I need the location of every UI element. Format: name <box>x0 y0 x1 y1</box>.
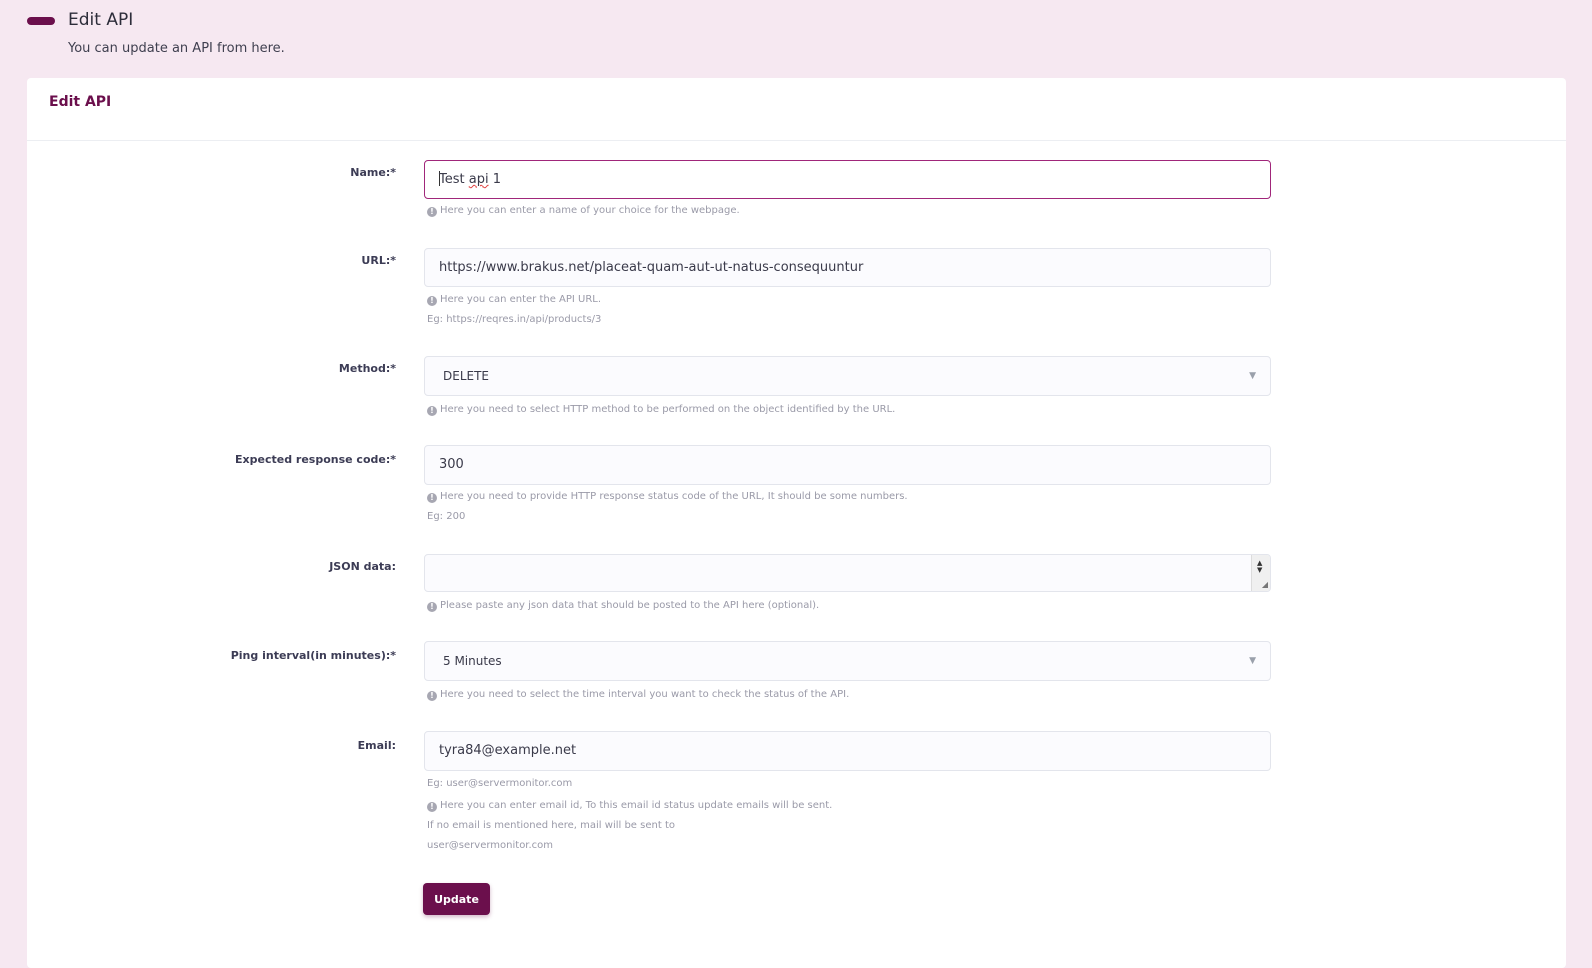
scroll-down-icon[interactable]: ▼ <box>1257 567 1262 574</box>
name-value-last: 1 <box>492 172 502 187</box>
response-code-input[interactable]: 300 <box>424 445 1271 485</box>
info-circle-icon: ! <box>427 602 437 612</box>
email-help: ! Here you can enter email id, To this em… <box>427 800 832 812</box>
chevron-down-icon: ▼ <box>1249 371 1256 381</box>
chevron-down-icon: ▼ <box>1249 656 1256 666</box>
email-input[interactable]: tyra84@example.net <box>424 731 1271 771</box>
url-label: URL:* <box>361 254 396 267</box>
response-code-help: ! Here you need to provide HTTP response … <box>427 491 908 503</box>
json-data-textarea[interactable]: ▲ ▼ ◢ <box>424 554 1271 592</box>
email-example: Eg: user@servermonitor.com <box>427 778 573 789</box>
method-help: ! Here you need to select HTTP method to … <box>427 404 895 416</box>
url-input[interactable]: https://www.brakus.net/placeat-quam-aut-… <box>424 248 1271 287</box>
method-selected-value: DELETE <box>443 369 490 383</box>
ping-interval-help: ! Here you need to select the time interv… <box>427 689 849 701</box>
name-value-flagged: api <box>468 172 489 187</box>
url-help: ! Here you can enter the API URL. <box>427 294 601 306</box>
email-help-line2: If no email is mentioned here, mail will… <box>427 820 675 831</box>
info-circle-icon: ! <box>427 802 437 812</box>
info-circle-icon: ! <box>427 207 437 217</box>
edit-api-card: Edit API Name:* Test api 1 ! Here you can… <box>27 78 1566 968</box>
name-help: ! Here you can enter a name of your choic… <box>427 205 740 217</box>
url-example: Eg: https://reqres.in/api/products/3 <box>427 314 602 325</box>
response-code-example: Eg: 200 <box>427 511 466 522</box>
info-circle-icon: ! <box>427 406 437 416</box>
page-subtitle: You can update an API from here. <box>68 41 285 56</box>
email-label: Email: <box>357 739 396 752</box>
email-help-line3: user@servermonitor.com <box>427 840 554 851</box>
response-code-label: Expected response code:* <box>235 453 396 466</box>
info-circle-icon: ! <box>427 493 437 503</box>
page-title: Edit API <box>68 10 134 30</box>
ping-interval-select[interactable]: 5 Minutes ▼ <box>424 641 1271 681</box>
title-accent-bar <box>27 17 55 25</box>
info-circle-icon: ! <box>427 691 437 701</box>
textarea-scrollbar[interactable]: ▲ ▼ ◢ <box>1251 555 1270 591</box>
card-header: Edit API <box>27 78 1566 141</box>
resize-grip-icon[interactable]: ◢ <box>1262 581 1268 589</box>
ping-interval-selected-value: 5 Minutes <box>443 654 502 668</box>
update-button[interactable]: Update <box>423 883 490 915</box>
info-circle-icon: ! <box>427 296 437 306</box>
method-select[interactable]: DELETE ▼ <box>424 356 1271 396</box>
ping-interval-label: Ping interval(in minutes):* <box>230 649 396 662</box>
name-label: Name:* <box>350 166 396 179</box>
json-data-help: ! Please paste any json data that should … <box>427 600 819 612</box>
name-input[interactable]: Test api 1 <box>424 160 1271 199</box>
card-title: Edit API <box>49 94 112 110</box>
json-data-label: JSON data: <box>329 560 396 573</box>
method-label: Method:* <box>338 362 396 375</box>
page-header: Edit API You can update an API from here… <box>0 0 1592 78</box>
name-value-first: Test <box>439 172 465 187</box>
